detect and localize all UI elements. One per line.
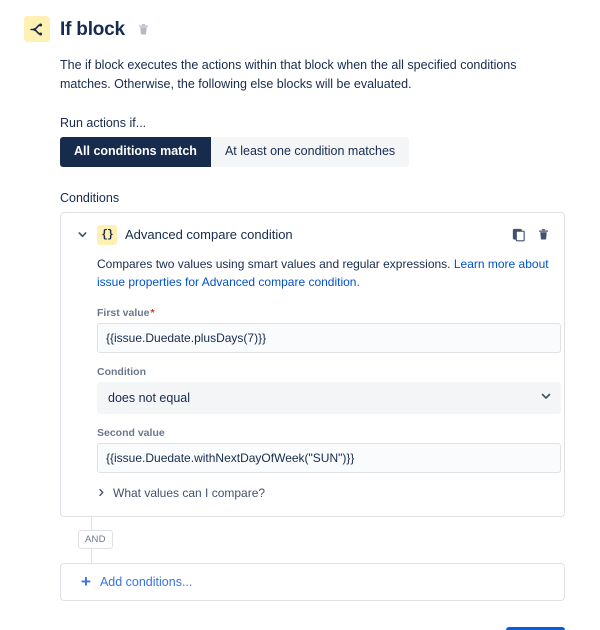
condition-description: Compares two values using smart values a…: [97, 255, 565, 292]
and-badge: AND: [78, 529, 113, 549]
required-marker: *: [150, 306, 155, 319]
and-connector: AND: [60, 516, 565, 563]
condition-operator-label: Condition: [97, 365, 146, 378]
delete-condition-icon[interactable]: [537, 228, 550, 241]
block-description: The if block executes the actions within…: [60, 58, 517, 92]
smart-value-braces-icon: {}: [97, 224, 117, 245]
first-value-field: First value*: [97, 307, 561, 353]
delete-block-icon[interactable]: [137, 23, 150, 36]
page-title: If block: [60, 18, 125, 40]
add-conditions-button[interactable]: + Add conditions...: [60, 562, 565, 601]
condition-operator-select-wrap: does not equal: [97, 381, 561, 414]
plus-icon: +: [81, 572, 91, 592]
condition-card: {} Advanced compare condition Compares t…: [60, 211, 565, 517]
toggle-at-least-one-condition-matches[interactable]: At least one condition matches: [210, 136, 410, 167]
if-block-editor-panel: If block The if block executes the actio…: [0, 0, 600, 630]
condition-card-body: Compares two values using smart values a…: [61, 255, 564, 516]
if-block-branch-icon: [24, 16, 50, 42]
first-value-input[interactable]: [97, 322, 561, 353]
condition-card-title: Advanced compare condition: [125, 227, 293, 242]
chevron-down-icon[interactable]: [75, 228, 89, 242]
run-actions-label: Run actions if...: [60, 115, 147, 130]
copy-icon[interactable]: [512, 228, 526, 242]
condition-card-header[interactable]: {} Advanced compare condition: [61, 213, 564, 255]
run-actions-toggle-group: All conditions match At least one condit…: [60, 136, 600, 167]
chevron-right-icon: [97, 486, 106, 500]
condition-card-actions: [512, 228, 550, 242]
panel-header: If block: [0, 0, 600, 42]
add-conditions-label: Add conditions...: [99, 574, 193, 589]
condition-description-text: Compares two values using smart values a…: [97, 256, 454, 271]
toggle-all-conditions-match[interactable]: All conditions match: [60, 136, 211, 167]
conditions-label: Conditions: [60, 190, 120, 205]
condition-operator-select[interactable]: does not equal: [97, 381, 561, 414]
what-values-expander[interactable]: What values can I compare?: [97, 486, 550, 500]
second-value-field: Second value: [97, 426, 561, 473]
second-value-label: Second value: [97, 426, 165, 439]
what-values-expander-label: What values can I compare?: [113, 485, 266, 500]
condition-operator-field: Condition does not equal: [97, 365, 561, 414]
first-value-label-text: First value: [97, 306, 150, 319]
second-value-input[interactable]: [97, 442, 561, 473]
first-value-label: First value*: [97, 307, 550, 319]
